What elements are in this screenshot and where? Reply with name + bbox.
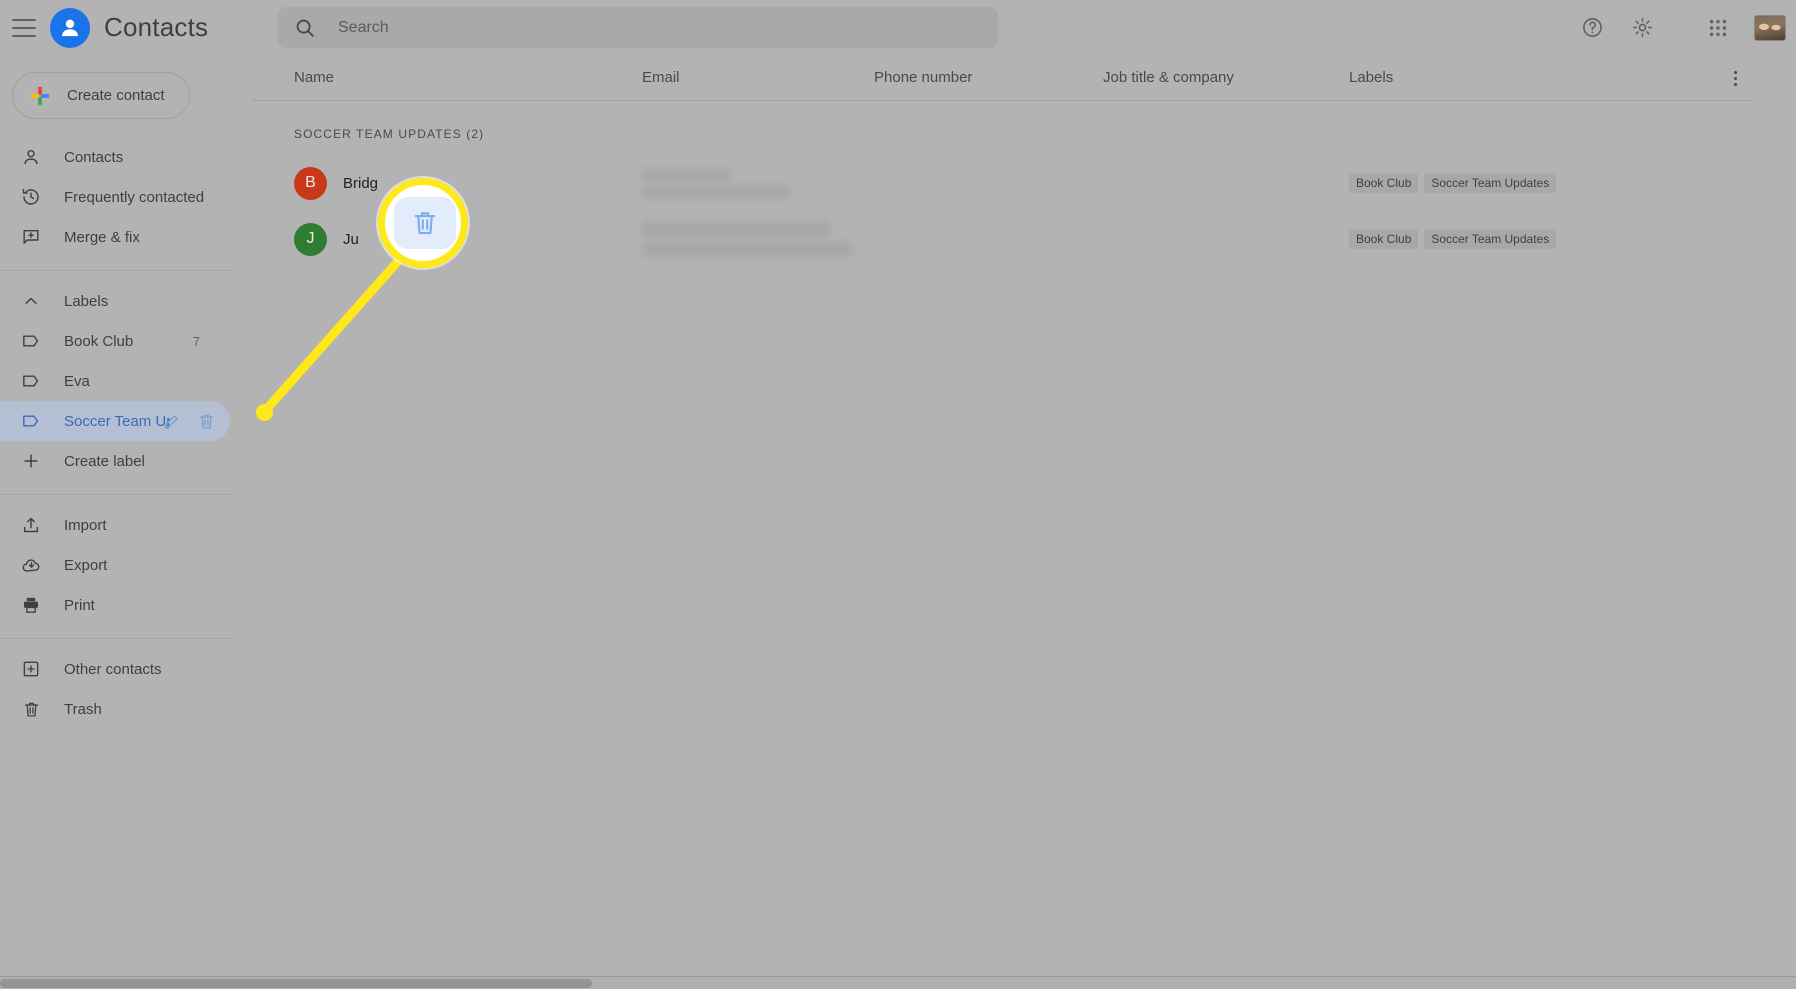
gear-icon[interactable] — [1622, 8, 1662, 48]
sidebar-item-label-eva[interactable]: Eva — [0, 361, 230, 401]
export-cloud-icon — [20, 554, 42, 576]
search-input[interactable] — [338, 18, 938, 37]
avatar[interactable] — [1754, 14, 1786, 41]
column-header-labels[interactable]: Labels — [1349, 69, 1393, 86]
sidebar-item-frequently-contacted[interactable]: Frequently contacted — [0, 177, 230, 217]
sidebar-item-label: Trash — [64, 700, 102, 718]
search-bar[interactable] — [278, 7, 998, 48]
contact-avatar: B — [294, 166, 327, 200]
horizontal-scrollbar[interactable] — [0, 976, 1796, 989]
kebab-menu-icon[interactable] — [1724, 67, 1746, 89]
sidebar-item-label: Soccer Team Up — [64, 412, 170, 430]
sidebar-item-merge-and-fix[interactable]: Merge & fix — [0, 217, 230, 257]
column-header-job[interactable]: Job title & company — [1103, 69, 1234, 86]
callout-magnifier — [378, 178, 468, 268]
contact-group-header: SOCCER TEAM UPDATES (2) — [294, 127, 485, 141]
contact-name: Ju — [343, 230, 359, 248]
table-row[interactable]: J Ju Book Club Soccer Team Updates — [252, 211, 1796, 267]
sidebar-item-export[interactable]: Export — [0, 545, 230, 585]
search-icon — [294, 17, 316, 39]
sidebar-divider-2 — [0, 494, 232, 495]
contacts-logo-icon — [50, 7, 90, 48]
sidebar-item-label: Contacts — [64, 148, 124, 166]
printer-icon — [20, 594, 42, 616]
help-circle-icon[interactable] — [1572, 8, 1612, 48]
sidebar-nav: Contacts Frequently contacted Merge & fi… — [0, 137, 252, 729]
contact-labels: Book Club Soccer Team Updates — [1349, 173, 1557, 193]
label-tag-icon — [20, 330, 42, 352]
pencil-icon[interactable] — [162, 412, 181, 431]
contact-avatar: J — [294, 222, 327, 256]
sidebar-divider-3 — [0, 638, 232, 639]
sidebar-item-print[interactable]: Print — [0, 585, 230, 625]
column-header-email[interactable]: Email — [642, 69, 680, 86]
label-chip[interactable]: Book Club — [1349, 229, 1419, 249]
scrollbar-thumb[interactable] — [0, 979, 592, 988]
sidebar-item-contacts[interactable]: Contacts — [0, 137, 230, 177]
sidebar-labels-header-label: Labels — [64, 292, 109, 310]
sidebar-item-label: Frequently contacted — [64, 188, 205, 206]
sidebar-item-trash[interactable]: Trash — [0, 689, 230, 729]
google-plus-icon — [29, 85, 51, 107]
sidebar-item-create-label[interactable]: Create label — [0, 441, 230, 481]
sidebar-item-label: Other contacts — [64, 660, 162, 678]
callout-anchor-dot — [256, 404, 273, 421]
delete-label-hover-highlight[interactable] — [394, 197, 456, 249]
column-header-name[interactable]: Name — [294, 69, 334, 86]
label-count: 7 — [192, 333, 200, 349]
label-chip[interactable]: Soccer Team Updates — [1424, 173, 1557, 193]
create-contact-label: Create contact — [67, 87, 165, 104]
label-row-actions — [162, 412, 216, 431]
import-icon — [20, 514, 42, 536]
page-title: Contacts — [104, 12, 209, 42]
sidebar-item-label-soccer-team-updates[interactable]: Soccer Team Up — [0, 401, 230, 441]
contact-name: Bridg — [343, 174, 379, 192]
top-right-actions — [1572, 0, 1786, 55]
label-tag-icon — [20, 410, 42, 432]
sidebar-item-label-book-club[interactable]: Book Club 7 — [0, 321, 230, 361]
sidebar: Create contact Contacts Frequently conta… — [0, 55, 252, 989]
contact-email-redacted — [642, 221, 852, 257]
sidebar-item-import[interactable]: Import — [0, 505, 230, 545]
hamburger-icon[interactable] — [12, 18, 36, 37]
trash-icon[interactable] — [197, 412, 216, 431]
top-app-bar: Contacts — [0, 0, 1796, 55]
sidebar-item-other-contacts[interactable]: Other contacts — [0, 649, 230, 689]
trash-icon — [20, 698, 42, 720]
trash-icon — [410, 208, 440, 238]
contact-labels: Book Club Soccer Team Updates — [1349, 229, 1557, 249]
brand: Contacts — [50, 7, 209, 48]
contact-email-redacted — [642, 167, 790, 199]
sidebar-item-label: Create label — [64, 452, 145, 470]
sidebar-item-label: Book Club — [64, 332, 134, 350]
person-icon — [20, 146, 42, 168]
sidebar-item-label: Merge & fix — [64, 228, 140, 246]
merge-fix-icon — [20, 226, 42, 248]
plus-icon — [20, 450, 42, 472]
sidebar-item-label: Eva — [64, 372, 90, 390]
label-chip[interactable]: Book Club — [1349, 173, 1419, 193]
apps-grid-icon[interactable] — [1698, 8, 1738, 48]
sidebar-item-label: Print — [64, 596, 95, 614]
table-row[interactable]: B Bridg Book Club Soccer Team Updates — [252, 155, 1796, 211]
create-contact-button[interactable]: Create contact — [12, 72, 190, 119]
sidebar-item-label: Import — [64, 516, 107, 534]
label-chip[interactable]: Soccer Team Updates — [1424, 229, 1557, 249]
table-header-row: Name Email Phone number Job title & comp… — [252, 55, 1754, 101]
sidebar-labels-header[interactable]: Labels — [0, 281, 230, 321]
contacts-app: Contacts Search Create contact Contacts … — [0, 0, 1796, 989]
other-contacts-icon — [20, 658, 42, 680]
column-header-phone[interactable]: Phone number — [874, 69, 972, 86]
contacts-table: Name Email Phone number Job title & comp… — [252, 55, 1796, 989]
label-tag-icon — [20, 370, 42, 392]
sidebar-divider-1 — [0, 270, 232, 271]
chevron-up-icon — [20, 290, 42, 312]
history-clock-icon — [20, 186, 42, 208]
sidebar-item-label: Export — [64, 556, 108, 574]
